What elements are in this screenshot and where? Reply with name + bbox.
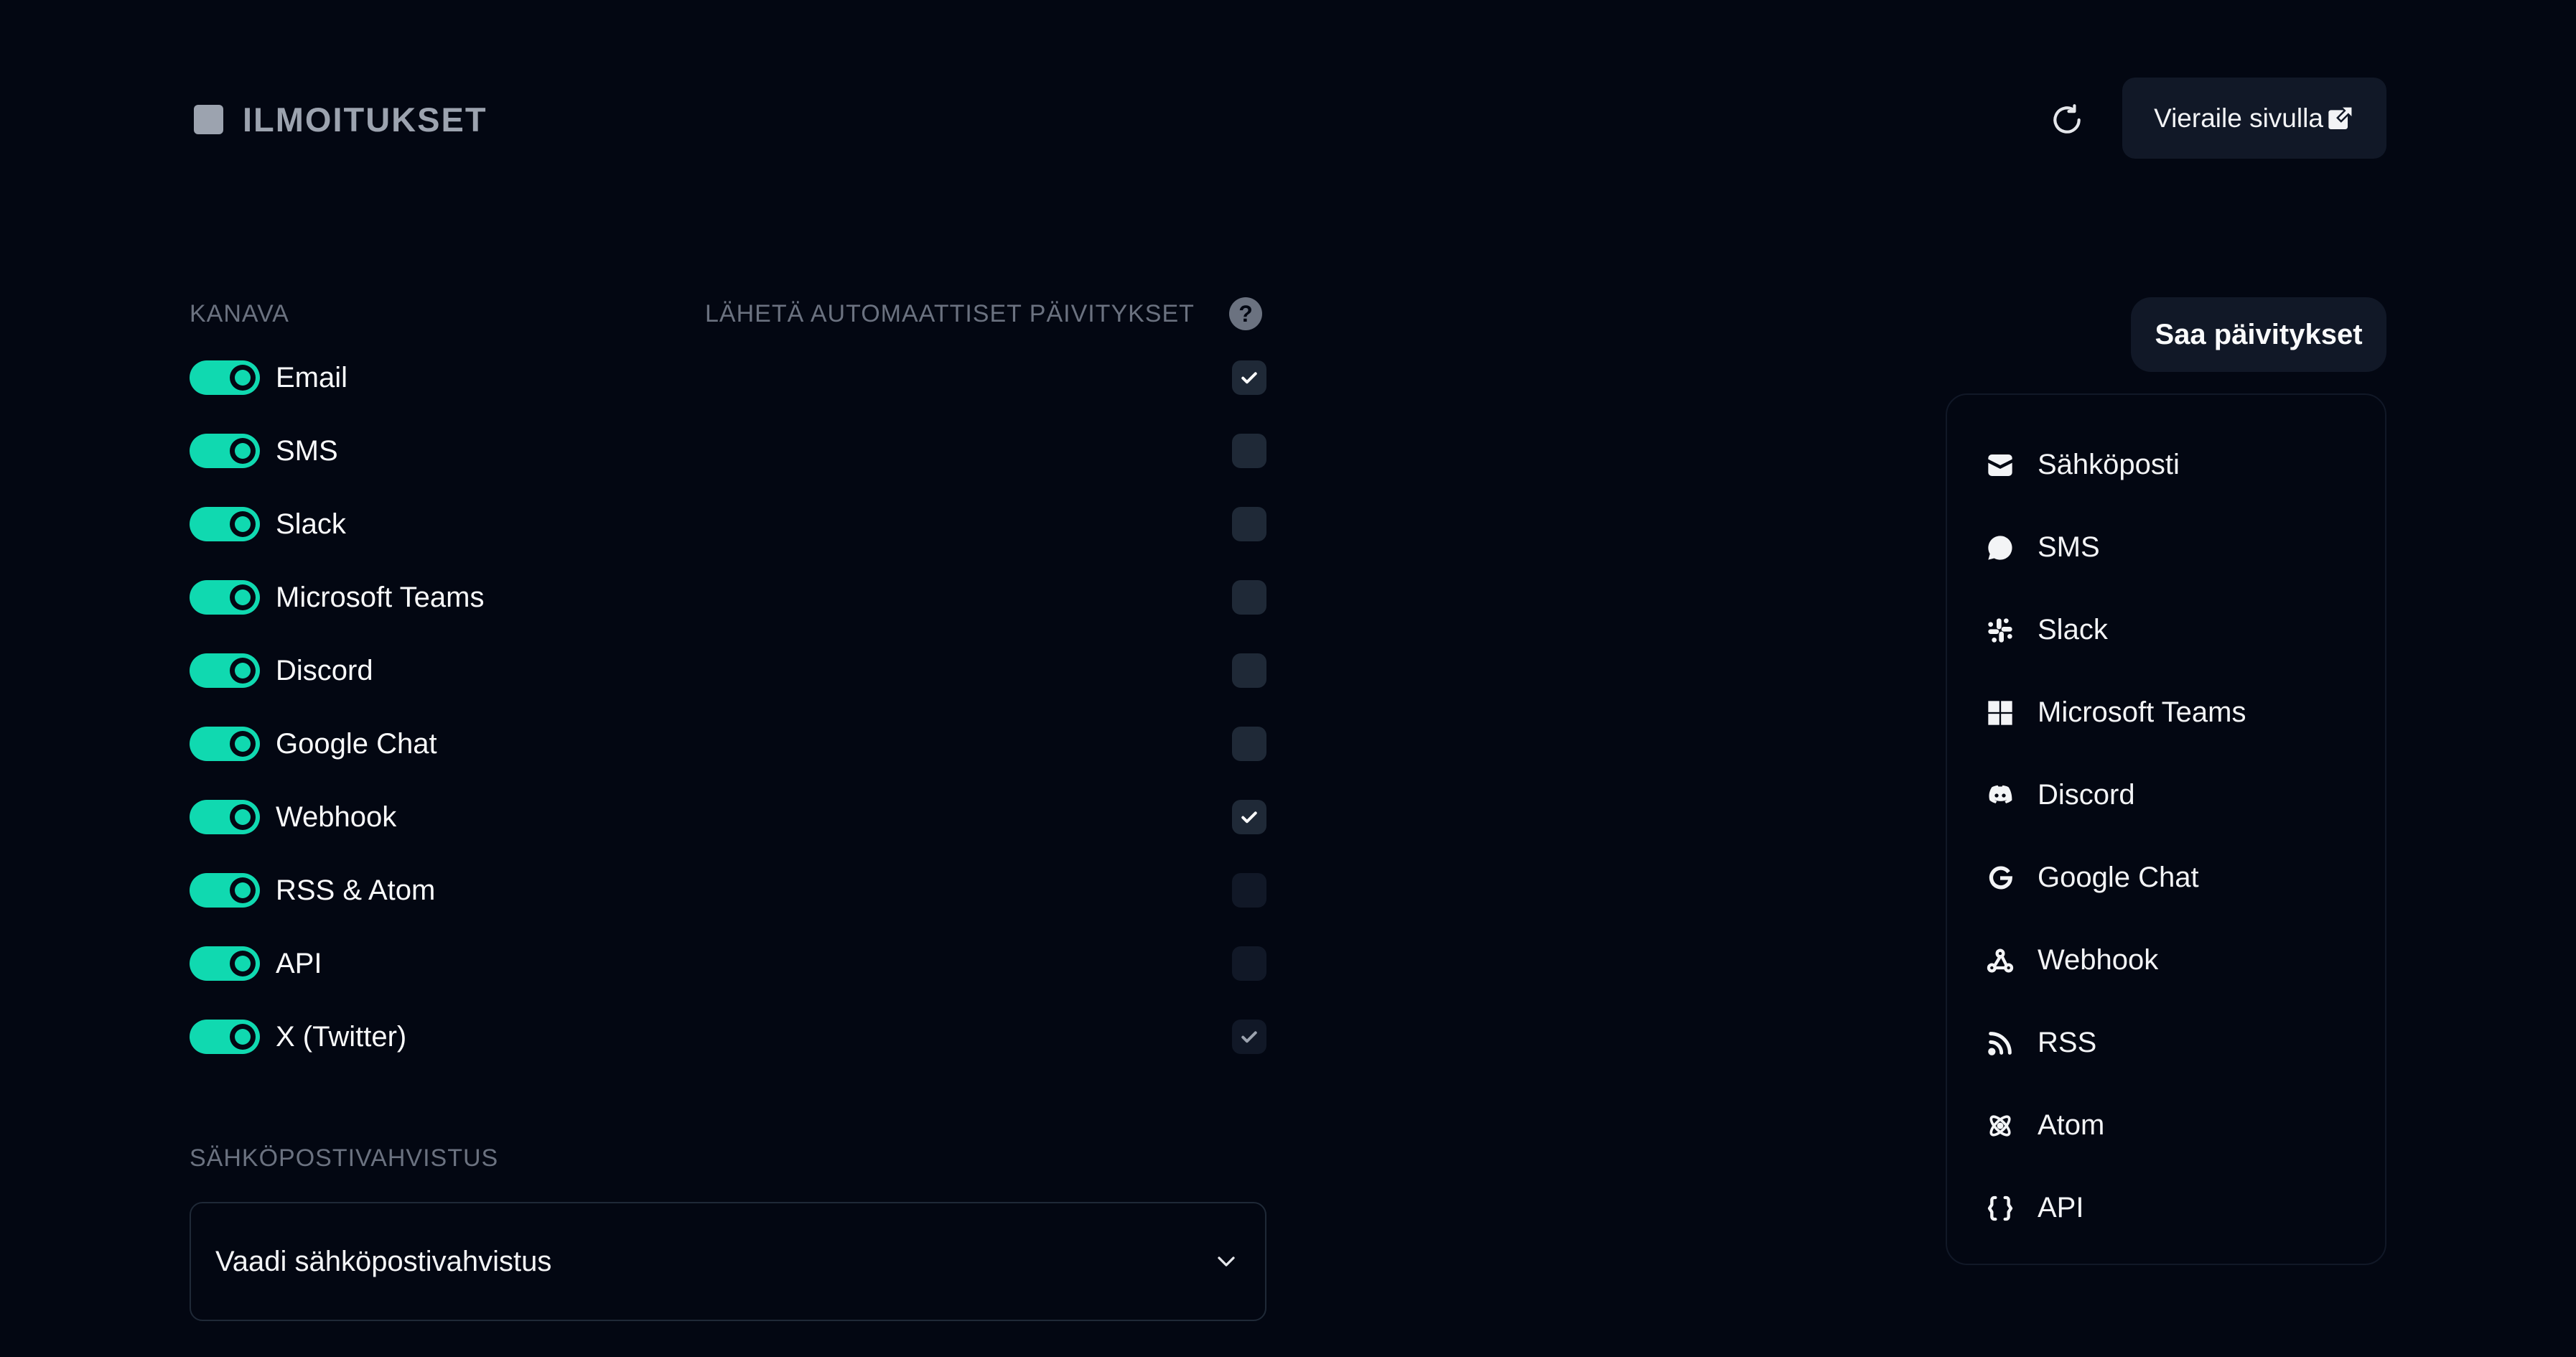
channel-row: Google Chat (190, 718, 1266, 770)
channel-toggle[interactable] (190, 653, 260, 688)
slack-icon (1984, 615, 2016, 646)
channel-row: RSS & Atom (190, 864, 1266, 916)
channel-label: Slack (276, 508, 346, 540)
mail-icon (1984, 449, 2016, 481)
get-updates-item[interactable]: Slack (1947, 589, 2385, 671)
auto-update-checkbox[interactable] (1232, 946, 1266, 981)
channel-toggle[interactable] (190, 580, 260, 615)
chat-bubble-icon (1984, 532, 2016, 564)
channel-label: Discord (276, 654, 373, 686)
webhook-icon (1984, 945, 2016, 976)
get-updates-item-label: Discord (2038, 779, 2135, 811)
channel-toggle[interactable] (190, 434, 260, 468)
get-updates-item[interactable]: SMS (1947, 506, 2385, 589)
channel-toggle[interactable] (190, 800, 260, 834)
get-updates-item[interactable]: Webhook (1947, 919, 2385, 1002)
get-updates-item[interactable]: Google Chat (1947, 836, 2385, 919)
auto-update-checkbox[interactable] (1232, 507, 1266, 541)
auto-update-checkbox[interactable] (1232, 360, 1266, 395)
page-header: ILMOITUKSET (194, 100, 487, 139)
get-updates-item-label: Sähköposti (2038, 449, 2180, 480)
get-updates-item-label: Atom (2038, 1109, 2105, 1141)
chevron-down-icon (1218, 1256, 1235, 1267)
get-updates-item[interactable]: Microsoft Teams (1947, 671, 2385, 754)
email-verification-select[interactable]: Vaadi sähköpostivahvistus (190, 1202, 1266, 1321)
auto-update-checkbox[interactable] (1232, 653, 1266, 688)
get-updates-item[interactable]: RSS (1947, 1002, 2385, 1084)
channel-label: Google Chat (276, 727, 437, 760)
auto-update-checkbox[interactable] (1232, 727, 1266, 761)
channel-row: X (Twitter) (190, 1011, 1266, 1063)
channel-row: Discord (190, 645, 1266, 696)
get-updates-item-label: SMS (2038, 531, 2100, 563)
rss-icon (1984, 1027, 2016, 1059)
get-updates-item-label: Slack (2038, 614, 2108, 645)
channel-label: SMS (276, 434, 338, 467)
check-icon (1241, 372, 1257, 384)
get-updates-menu: Sähköposti SMS Slack Microsoft Teams Discord… (1946, 393, 2386, 1265)
page-title-icon (194, 104, 223, 134)
visit-page-button[interactable]: Vieraile sivulla (2122, 78, 2386, 159)
get-updates-item-label: API (2038, 1192, 2084, 1223)
channel-toggle[interactable] (190, 360, 260, 395)
auto-update-checkbox[interactable] (1232, 800, 1266, 834)
check-icon (1241, 1031, 1257, 1043)
email-verification-value: Vaadi sähköpostivahvistus (215, 1245, 552, 1277)
braces-icon (1984, 1193, 2016, 1224)
refresh-button[interactable] (2045, 98, 2089, 142)
auto-update-checkbox[interactable] (1232, 873, 1266, 908)
email-verification-label: SÄHKÖPOSTIVAHVISTUS (190, 1144, 499, 1172)
get-updates-button[interactable]: Saa päivitykset (2131, 297, 2386, 372)
channel-toggle[interactable] (190, 1020, 260, 1054)
channel-toggle[interactable] (190, 727, 260, 761)
help-icon[interactable]: ? (1229, 297, 1262, 330)
channel-row: Slack (190, 498, 1266, 550)
refresh-icon (2053, 104, 2081, 134)
get-updates-item[interactable]: Discord (1947, 754, 2385, 836)
channel-toggle[interactable] (190, 507, 260, 541)
channel-toggle[interactable] (190, 946, 260, 981)
discord-icon (1984, 780, 2016, 811)
auto-update-checkbox[interactable] (1232, 1020, 1266, 1054)
auto-update-checkbox[interactable] (1232, 580, 1266, 615)
auto-updates-column-header: LÄHETÄ AUTOMAATTISET PÄIVITYKSET (705, 300, 1195, 327)
channel-row: API (190, 938, 1266, 989)
channel-toggle[interactable] (190, 873, 260, 908)
windows-icon (1984, 697, 2016, 729)
external-link-icon (2328, 105, 2353, 129)
visit-page-label: Vieraile sivulla (2154, 103, 2323, 133)
channel-label: X (Twitter) (276, 1020, 407, 1053)
channel-label: Webhook (276, 801, 397, 833)
channel-label: API (276, 947, 322, 979)
channel-label: Email (276, 361, 348, 393)
channel-column-header: KANAVA (190, 300, 289, 327)
google-icon (1984, 862, 2016, 894)
get-updates-item-label: Microsoft Teams (2038, 696, 2246, 728)
channel-row: Microsoft Teams (190, 572, 1266, 623)
channel-label: Microsoft Teams (276, 581, 485, 613)
get-updates-item-label: Webhook (2038, 944, 2159, 976)
get-updates-item-label: RSS (2038, 1027, 2097, 1058)
channel-row: Webhook (190, 791, 1266, 843)
get-updates-item-label: Google Chat (2038, 862, 2199, 893)
atom-icon (1984, 1110, 2016, 1142)
get-updates-item[interactable]: Atom (1947, 1084, 2385, 1167)
get-updates-item[interactable]: Sähköposti (1947, 424, 2385, 506)
get-updates-item[interactable]: API (1947, 1167, 2385, 1249)
channel-row: Email (190, 352, 1266, 404)
page-title: ILMOITUKSET (243, 100, 487, 139)
channel-row: SMS (190, 425, 1266, 477)
auto-update-checkbox[interactable] (1232, 434, 1266, 468)
check-icon (1241, 811, 1257, 824)
channel-label: RSS & Atom (276, 874, 436, 906)
